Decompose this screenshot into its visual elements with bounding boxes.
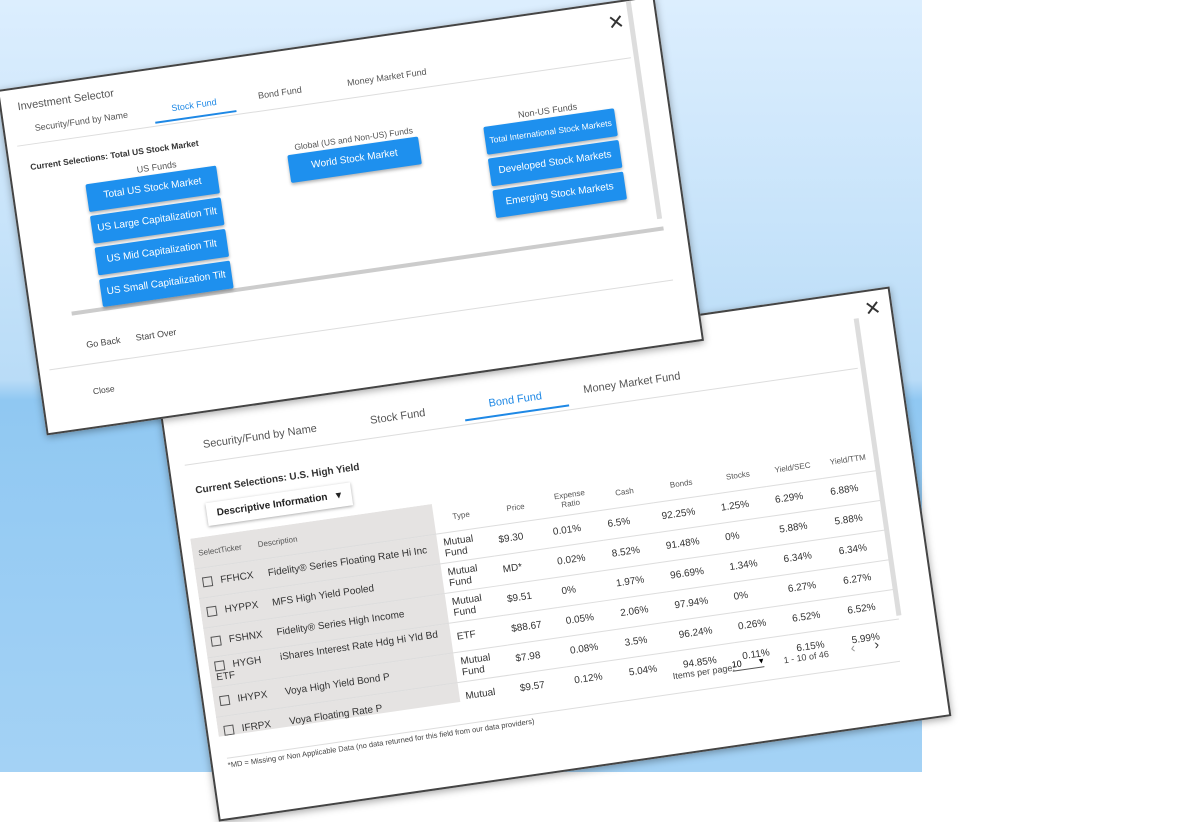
fund-table: SelectTicker Description Type Price Expe…: [190, 440, 902, 737]
row-checkbox[interactable]: [201, 576, 214, 588]
caret-down-icon: ▾: [335, 489, 342, 502]
tab-stock-fund[interactable]: Stock Fund: [152, 88, 237, 124]
scrollbar-vertical[interactable]: [625, 0, 663, 220]
row-checkbox[interactable]: [219, 695, 231, 707]
fund-ticker: FFHCX: [219, 570, 255, 586]
fund-ticker: HYPPX: [224, 599, 260, 616]
go-back-button[interactable]: Go Back: [86, 335, 122, 350]
header-ticker: Ticker: [219, 542, 243, 555]
dropdown-label: Descriptive Information: [216, 491, 329, 519]
close-icon[interactable]: ✕: [863, 297, 883, 321]
cell-expense: 0.12%: [566, 659, 626, 697]
fund-ticker: HYGH: [231, 654, 262, 670]
close-icon[interactable]: ✕: [606, 11, 626, 35]
cell-cash: 5.04%: [620, 651, 680, 689]
fund-description: Voya Floating Rate P: [288, 703, 384, 728]
start-over-button[interactable]: Start Over: [135, 327, 177, 343]
tab-bond-fund[interactable]: Bond Fund: [461, 380, 570, 422]
items-per-page-value: 10: [731, 658, 743, 670]
header-description: Description: [257, 534, 298, 549]
close-button[interactable]: Close: [92, 383, 115, 396]
row-checkbox[interactable]: [214, 660, 226, 672]
fund-table-wrapper: SelectTicker Description Type Price Expe…: [190, 440, 902, 737]
row-checkbox[interactable]: [206, 606, 218, 618]
fund-ticker: IHYPX: [236, 689, 269, 705]
row-checkbox[interactable]: [223, 724, 235, 737]
header-select: Select: [197, 545, 221, 558]
tab-bond-fund[interactable]: Bond Fund: [241, 76, 320, 111]
cell-price: $9.57: [511, 666, 571, 705]
fund-ticker: IFRPX: [241, 719, 272, 735]
tab-stock-fund[interactable]: Stock Fund: [353, 399, 443, 437]
row-checkbox[interactable]: [210, 635, 222, 648]
cell-type: Mutual: [457, 674, 517, 713]
fund-ticker: FSHNX: [228, 629, 264, 646]
